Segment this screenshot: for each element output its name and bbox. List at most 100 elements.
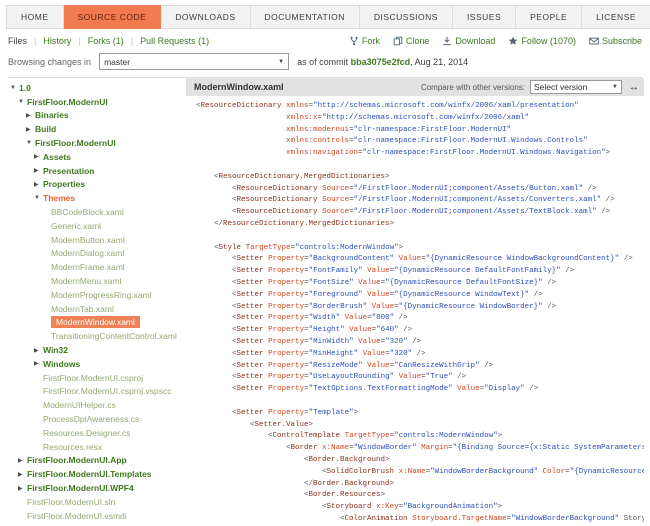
code-token: /> (394, 314, 408, 323)
tree-folder[interactable]: ▶ FirstFloor.ModernUI.App (6, 454, 186, 468)
tree-folder[interactable]: ▼ FirstFloor.ModernUI (6, 95, 186, 109)
chevron-expanded-icon[interactable]: ▼ (10, 85, 19, 91)
source-nav-pull-requests-1[interactable]: Pull Requests (1) (140, 36, 209, 46)
nav-tab-home[interactable]: HOME (6, 5, 64, 29)
chevron-expanded-icon[interactable]: ▼ (26, 140, 35, 146)
tree-folder[interactable]: ▶ Windows (6, 357, 186, 371)
tree-file[interactable]: FirstFloor.ModernUI.sln (6, 495, 186, 509)
tree-file[interactable]: ModernProgressRing.xaml (6, 288, 186, 302)
code-line: </ResourceDictionary.MergedDictionaries> (196, 219, 644, 231)
code-line: <Setter Property="Template"> (196, 408, 644, 420)
code-token: Setter (236, 361, 264, 370)
tree-file[interactable]: ModernWindow.xaml (6, 316, 186, 330)
tree-file[interactable]: TransitioningContentControl.xaml (6, 329, 186, 343)
tree-folder[interactable]: ▶ Presentation (6, 164, 186, 178)
version-select[interactable]: Select version ▼ (530, 80, 622, 94)
code-token: "640" (376, 326, 399, 335)
follow-action[interactable]: Follow (1070) (508, 36, 576, 46)
code-token: > (497, 503, 503, 512)
chevron-collapsed-icon[interactable]: ▶ (26, 112, 35, 119)
code-line: <Setter Property="Width" Value="800" /> (196, 313, 644, 325)
tree-file[interactable]: Generic.xaml (6, 219, 186, 233)
tree-file[interactable]: ProcessDpiAwareness.cs (6, 412, 186, 426)
chevron-collapsed-icon[interactable]: ▶ (18, 471, 27, 478)
code-token: Border.Resources (308, 491, 381, 500)
tree-item-label: FirstFloor.ModernUI.csproj.vspscc (43, 386, 172, 397)
nav-tab-discussions[interactable]: DISCUSSIONS (359, 5, 453, 29)
fork-action[interactable]: Fork (349, 36, 380, 46)
branch-select[interactable]: master ▼ (99, 53, 290, 70)
tree-item-label: FirstFloor.ModernUI.sln (27, 496, 116, 507)
tree-file[interactable]: ModernFrame.xaml (6, 260, 186, 274)
code-line: <Border.Background> (196, 455, 644, 467)
tree-file[interactable]: ModernDialog.xaml (6, 247, 186, 261)
nav-tab-issues[interactable]: ISSUES (452, 5, 517, 29)
code-token: Property (268, 408, 305, 417)
tree-folder[interactable]: ▶ Binaries (6, 109, 186, 123)
code-token: Value (344, 314, 368, 323)
nav-tab-license[interactable]: LICENSE (582, 5, 650, 29)
code-token: Value (362, 349, 386, 358)
code-token: TargetType (344, 432, 390, 441)
tree-folder[interactable]: ▶ Properties (6, 178, 186, 192)
tree-folder[interactable]: ▼ 1.0 (6, 81, 186, 95)
code-token: "clr-namespace:FirstFloor.ModernUI.Windo… (353, 137, 588, 146)
chevron-collapsed-icon[interactable]: ▶ (34, 167, 43, 174)
code-token: "Display" (484, 385, 525, 394)
code-line: <Style TargetType="controls:ModernWindow… (196, 243, 644, 255)
code-token: "CanResizeWithGrip" (394, 361, 480, 370)
code-line: <ResourceDictionary xmlns="http://schema… (196, 101, 644, 113)
commit-hash-link[interactable]: bba3075e2fcd (351, 57, 411, 67)
tree-folder[interactable]: ▼ FirstFloor.ModernUI (6, 136, 186, 150)
tree-file[interactable]: ModernTab.xaml (6, 302, 186, 316)
nav-tab-people[interactable]: PEOPLE (516, 5, 583, 29)
tree-folder[interactable]: ▶ Build (6, 122, 186, 136)
code-token: > (389, 479, 395, 488)
source-nav-history[interactable]: History (43, 36, 71, 46)
code-token: Setter (236, 326, 264, 335)
code-line: <ResourceDictionary Source="/FirstFloor.… (196, 184, 644, 196)
tree-item-label: ModernFrame.xaml (51, 262, 125, 273)
clone-action[interactable]: Clone (393, 36, 429, 46)
code-token: Property (268, 326, 305, 335)
tree-file[interactable]: FirstFloor.ModernUI.csproj.vspscc (6, 385, 186, 399)
download-action[interactable]: Download (442, 36, 495, 46)
tree-file[interactable]: ModernButton.xaml (6, 233, 186, 247)
chevron-collapsed-icon[interactable]: ▶ (34, 360, 43, 367)
nav-tab-source-code[interactable]: SOURCE CODE (63, 5, 162, 29)
chevron-collapsed-icon[interactable]: ▶ (34, 181, 43, 188)
chevron-expanded-icon[interactable]: ▼ (34, 195, 43, 201)
subscribe-action[interactable]: Subscribe (589, 36, 642, 46)
code-header: ModernWindow.xaml Compare with other ver… (186, 78, 644, 96)
tree-file[interactable]: FirstFloor.ModernUI.vsmdi (6, 509, 186, 523)
tree-file[interactable]: Resources.Designer.cs (6, 426, 186, 440)
chevron-collapsed-icon[interactable]: ▶ (18, 457, 27, 464)
code-token: /> (601, 196, 615, 205)
tree-file[interactable]: Resources.resx (6, 440, 186, 454)
code-line: <ResourceDictionary Source="/FirstFloor.… (196, 207, 644, 219)
tree-folder[interactable]: ▼ Themes (6, 191, 186, 205)
tree-folder[interactable]: ▶ Win32 (6, 343, 186, 357)
tree-folder[interactable]: ▶ FirstFloor.ModernUI.Templates (6, 467, 186, 481)
nav-tab-documentation[interactable]: DOCUMENTATION (250, 5, 360, 29)
tree-folder[interactable]: ▶ Assets (6, 150, 186, 164)
tree-item-label: Resources.resx (43, 441, 103, 452)
code-token: /> (398, 326, 413, 335)
source-nav-files[interactable]: Files (8, 36, 27, 46)
chevron-collapsed-icon[interactable]: ▶ (34, 347, 43, 354)
tree-item-label: Binaries (35, 110, 69, 121)
chevron-collapsed-icon[interactable]: ▶ (34, 153, 43, 160)
resize-horizontal-icon[interactable]: ↔ (629, 82, 639, 93)
tree-file[interactable]: FirstFloor.ModernUI.csproj (6, 371, 186, 385)
tree-file[interactable]: ModernMenu.xaml (6, 274, 186, 288)
chevron-expanded-icon[interactable]: ▼ (18, 99, 27, 105)
nav-tab-downloads[interactable]: DOWNLOADS (161, 5, 251, 29)
chevron-collapsed-icon[interactable]: ▶ (18, 485, 27, 492)
source-nav-forks-1[interactable]: Forks (1) (88, 36, 124, 46)
tree-file[interactable]: ModernUIHelper.cs (6, 398, 186, 412)
tree-folder[interactable]: ▶ FirstFloor.ModernUI.WPF4 (6, 481, 186, 495)
chevron-collapsed-icon[interactable]: ▶ (26, 126, 35, 133)
tree-file[interactable]: BBCodeBlock.xaml (6, 205, 186, 219)
code-token: "/FirstFloor.ModernUI;component/Assets/B… (353, 184, 584, 193)
